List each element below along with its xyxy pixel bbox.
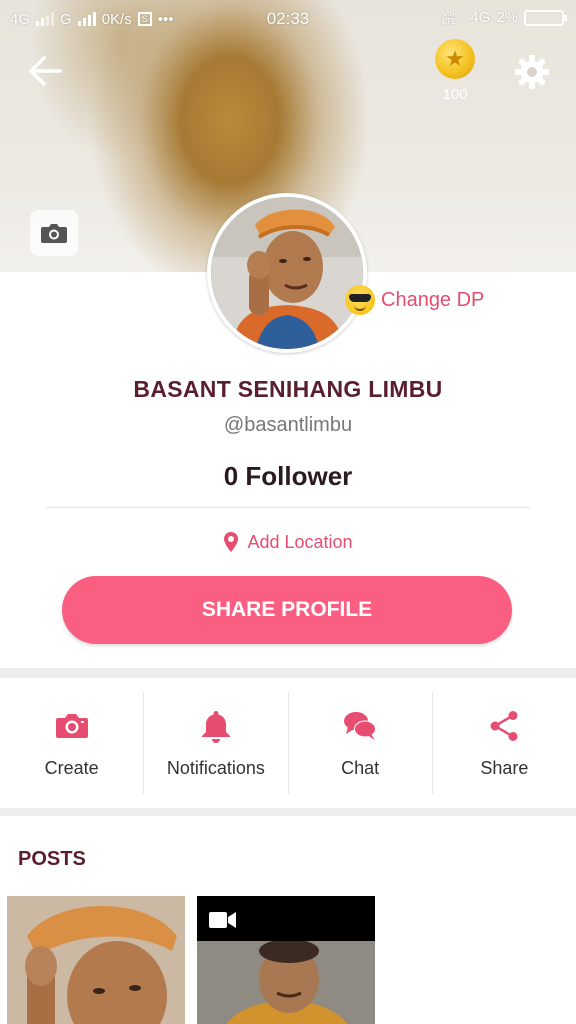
camera-icon (55, 713, 88, 738)
share-profile-button[interactable]: SHARE PROFILE (62, 576, 512, 644)
status-bar: 4G G 0K/s S ••• 02:33 Vo) LTE 4G 2% (0, 0, 576, 38)
share-label: Share (480, 757, 529, 778)
coin-count: 100 (442, 86, 468, 103)
change-dp-label: Change DP (381, 288, 485, 311)
action-bar: Create Notifications Chat Share (0, 678, 576, 808)
profile-avatar[interactable] (207, 193, 367, 353)
notifications-action[interactable]: Notifications (144, 692, 289, 794)
coin-icon[interactable]: ★ (435, 39, 475, 79)
profile-name: BASANT SENIHANG LIMBU (133, 376, 443, 402)
back-arrow-icon[interactable] (26, 54, 64, 88)
volte-icon: Vo) LTE (442, 8, 457, 26)
cover-camera-icon[interactable] (30, 210, 78, 256)
posts-section: POSTS (0, 816, 576, 1024)
video-preview-image (197, 939, 375, 1024)
video-camera-icon (209, 911, 237, 934)
battery-icon (524, 9, 567, 26)
sunglasses-emoji-icon (345, 285, 375, 315)
video-post-thumbnail[interactable] (197, 896, 375, 1024)
create-label: Create (44, 757, 99, 778)
battery-percent: 2% (496, 9, 518, 26)
create-action[interactable]: Create (0, 692, 145, 794)
add-location-label: Add Location (247, 531, 353, 552)
settings-gear-icon[interactable] (512, 52, 552, 92)
change-dp-button[interactable]: Change DP (345, 285, 484, 315)
share-icon (490, 710, 518, 741)
bell-icon (201, 710, 230, 743)
chat-bubbles-icon (344, 711, 377, 740)
follower-count[interactable]: 0 Follower (0, 461, 576, 492)
chat-label: Chat (341, 757, 380, 778)
divider (46, 507, 530, 508)
chat-action[interactable]: Chat (289, 692, 433, 794)
profile-handle: @basantlimbu (223, 414, 353, 436)
add-location-button[interactable]: Add Location (0, 531, 576, 553)
post-thumbnail[interactable] (7, 896, 185, 1024)
notifications-label: Notifications (166, 757, 265, 778)
network-type-3: 4G (470, 9, 491, 26)
share-action[interactable]: Share (433, 692, 576, 794)
posts-heading: POSTS (18, 848, 86, 870)
location-pin-icon (224, 532, 239, 552)
